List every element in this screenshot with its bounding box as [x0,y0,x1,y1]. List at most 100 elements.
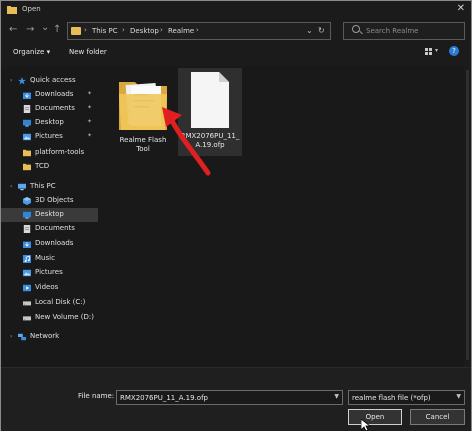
up-arrow-icon[interactable]: ↑ [53,24,61,35]
pin-icon: ✦ [87,118,93,125]
desktop-folder-icon [23,119,31,127]
sidebar-item-label: Desktop [35,118,64,126]
sidebar-item-3d-objects[interactable]: 3D Objects [1,194,98,208]
breadcrumb-realme[interactable]: Realme [168,27,194,35]
open-file-dialog: Open ✕ ← → ⌄ ↑ › This PC › Desktop › Rea… [0,0,472,431]
sidebar-item-pictures-quick[interactable]: Pictures ✦ [1,130,98,144]
sidebar-item-desktop[interactable]: Desktop [1,208,98,222]
folder-icon [23,149,31,157]
search-box[interactable] [343,22,465,40]
expand-caret-icon[interactable]: › [10,183,12,190]
file-name-label: File name: [78,392,115,400]
file-list-view: Realme Flash Tool RMX2076PU_11_ A.19.ofp [98,66,471,367]
sidebar-item-new-volume-d[interactable]: New Volume (D:) [1,311,98,325]
sidebar-item-local-disk-c[interactable]: Local Disk (C:) [1,296,98,310]
file-type-select[interactable]: realme flash file (*ofp) ▼ [348,390,465,405]
sidebar-item-this-pc[interactable]: › This PC [1,180,98,194]
pin-icon: ✦ [87,104,93,111]
sidebar-item-label: Local Disk (C:) [35,298,86,306]
sidebar-item-label: TCD [35,162,50,170]
sidebar-item-label: New Volume (D:) [35,313,94,321]
cancel-button[interactable]: Cancel [410,409,465,425]
folder-icon [23,163,31,171]
pictures-folder-icon [23,133,31,141]
search-icon [352,25,360,33]
sidebar-item-desktop-quick[interactable]: Desktop ✦ [1,116,98,130]
star-icon [18,77,26,85]
breadcrumb-separator[interactable]: › [160,26,163,34]
drive-icon [23,316,31,321]
desktop-folder-icon [23,211,31,219]
mouse-pointer-icon [361,419,371,431]
sidebar-item-videos[interactable]: Videos [1,281,98,295]
sidebar-item-quick-access[interactable]: › Quick access [1,74,98,88]
sidebar-item-documents[interactable]: Documents ✦ [1,102,98,116]
sidebar-item-network[interactable]: › Network [1,330,98,344]
3d-objects-icon [23,197,31,205]
sidebar-item-label: Pictures [35,268,63,276]
window-title: Open [22,5,41,13]
sidebar-item-label: Documents [35,104,75,112]
breadcrumb-separator[interactable]: › [122,26,125,34]
file-type-value: realme flash file (*ofp) [352,394,431,402]
breadcrumb-this-pc[interactable]: This PC [92,27,118,35]
sidebar-item-label: platform-tools [35,148,85,156]
back-arrow-icon[interactable]: ← [9,24,17,35]
folder-icon [71,27,81,35]
help-icon[interactable]: ? [449,46,459,56]
expand-caret-icon[interactable]: › [10,77,12,84]
download-folder-icon [23,92,31,99]
sidebar-item-label: Quick access [30,76,76,84]
title-bar: Open ✕ [1,1,471,19]
open-button[interactable]: Open [348,409,402,425]
sidebar-item-documents-pc[interactable]: Documents [1,222,98,236]
organize-button[interactable]: Organize ▾ [13,48,50,56]
close-icon[interactable]: ✕ [457,3,465,14]
expand-caret-icon[interactable]: › [10,333,12,340]
pictures-folder-icon [23,269,31,277]
computer-icon [18,183,26,191]
sidebar-item-label: This PC [30,182,56,190]
navigation-bar: ← → ⌄ ↑ › This PC › Desktop › Realme › ⌄… [1,20,471,43]
sidebar-item-label: Pictures [35,132,63,140]
sidebar-item-downloads[interactable]: Downloads ✦ [1,88,98,102]
new-folder-button[interactable]: New folder [69,48,107,56]
pin-icon: ✦ [87,90,93,97]
view-controls: ▾ ? [425,46,465,60]
address-bar[interactable]: › This PC › Desktop › Realme › ⌄ ↻ [67,22,331,40]
forward-arrow-icon[interactable]: → [26,24,34,35]
refresh-icon[interactable]: ↻ [318,26,325,35]
command-toolbar: Organize ▾ New folder ▾ ? [1,45,471,62]
sidebar-item-label: Desktop [35,210,64,218]
chevron-down-icon[interactable]: ▼ [334,393,339,400]
view-options-icon[interactable] [425,48,433,56]
file-name-combobox[interactable]: ▼ [116,390,343,405]
sidebar-item-label: Downloads [35,239,74,247]
sidebar-item-pictures-pc[interactable]: Pictures [1,266,98,280]
sidebar-item-music[interactable]: Music [1,252,98,266]
sidebar-item-platform-tools[interactable]: platform-tools [1,146,98,160]
recent-locations-chevron-icon[interactable]: ⌄ [41,22,49,33]
view-dropdown-icon[interactable]: ▾ [435,47,438,54]
file-name-input[interactable] [120,392,325,403]
documents-folder-icon [23,105,31,113]
search-input[interactable] [366,25,460,37]
breadcrumb-separator[interactable]: › [196,26,199,34]
chevron-down-icon[interactable]: ▼ [456,393,461,400]
download-folder-icon [23,241,31,248]
documents-folder-icon [23,225,31,233]
sidebar-item-downloads-pc[interactable]: Downloads [1,237,98,251]
drive-icon [23,301,31,306]
breadcrumb-separator[interactable]: › [84,26,87,34]
red-arrow-annotation [162,107,211,176]
sidebar-item-label: Music [35,254,55,262]
sidebar-item-tcd[interactable]: TCD [1,160,98,174]
folder-app-icon [7,6,17,14]
pin-icon: ✦ [87,132,93,139]
file-dialog-footer: File name: ▼ realme flash file (*ofp) ▼ … [1,367,471,431]
vertical-scrollbar[interactable] [464,66,471,367]
sidebar-item-label: 3D Objects [35,196,74,204]
scrollbar-thumb[interactable] [466,70,469,360]
address-dropdown-icon[interactable]: ⌄ [306,26,313,35]
breadcrumb-desktop[interactable]: Desktop [130,27,159,35]
